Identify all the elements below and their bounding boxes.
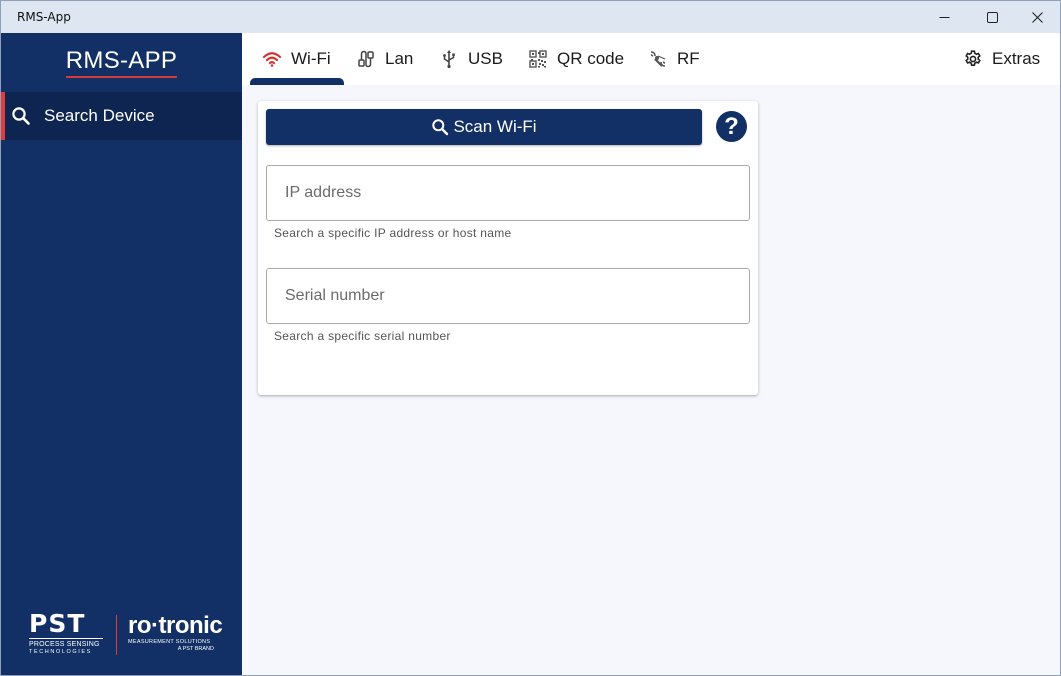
brand-title: RMS-APP <box>65 47 178 78</box>
scan-wifi-button[interactable]: Scan Wi-Fi <box>266 109 702 145</box>
tab-lan[interactable]: Lan <box>356 33 413 85</box>
active-tab-indicator <box>250 78 344 85</box>
window-title: RMS-App <box>17 10 71 24</box>
tab-label: QR code <box>557 49 625 68</box>
tab-label: Lan <box>385 49 414 68</box>
ip-address-hint: Search a specific IP address or host nam… <box>274 226 512 240</box>
extras-label: Extras <box>992 49 1041 68</box>
footer-logos: PST PROCESS SENSING TECHNOLOGIES ro·tron… <box>29 609 229 657</box>
serial-number-hint: Search a specific serial number <box>274 329 451 343</box>
search-icon <box>431 118 449 136</box>
title-bar: RMS-App <box>1 1 1060 33</box>
pst-logo-text: PST <box>29 609 86 638</box>
question-mark-icon: ? <box>724 112 739 140</box>
rotronic-logo-line2: A PST BRAND <box>177 646 214 652</box>
tab-label: USB <box>468 49 503 68</box>
sidebar-item-search-device[interactable]: Search Device <box>1 92 242 140</box>
pst-logo-line2: TECHNOLOGIES <box>29 649 92 655</box>
rotronic-logo-text: ro·tronic <box>128 612 223 639</box>
extras-button[interactable]: Extras <box>963 33 1040 85</box>
tab-qr-code[interactable]: QR code <box>528 33 624 85</box>
close-button[interactable] <box>1014 1 1060 33</box>
scan-wifi-label: Scan Wi-Fi <box>453 117 537 136</box>
help-button[interactable]: ? <box>716 111 747 142</box>
tab-usb[interactable]: USB <box>439 33 503 85</box>
tab-bar: Wi-Fi Lan USB QR code RF Extras <box>242 33 1060 85</box>
sidebar-item-label: Search Device <box>44 106 155 125</box>
brand: RMS-APP <box>1 47 242 78</box>
rotronic-logo: ro·tronic MEASUREMENT SOLUTIONS A PST BR… <box>128 612 223 653</box>
tab-rf[interactable]: RF <box>648 33 700 85</box>
usb-icon <box>439 49 459 69</box>
ip-address-field[interactable] <box>266 165 750 221</box>
qr-code-icon <box>528 49 548 69</box>
search-card: Scan Wi-Fi ? Search a specific IP addres… <box>258 101 758 395</box>
wifi-icon <box>262 49 282 69</box>
app-window: RMS-App RMS-APP Search Device PST PROCES… <box>0 0 1061 676</box>
pst-logo: PST PROCESS SENSING TECHNOLOGIES <box>29 609 103 656</box>
ip-address-input[interactable] <box>267 166 749 220</box>
rotronic-logo-line1: MEASUREMENT SOLUTIONS <box>128 639 211 645</box>
search-icon <box>11 106 31 126</box>
tab-label: Wi-Fi <box>291 49 331 68</box>
tab-label: RF <box>677 49 700 68</box>
minimize-icon <box>939 16 949 18</box>
maximize-icon <box>986 11 998 23</box>
gear-icon <box>963 49 983 69</box>
lan-cable-icon <box>356 49 376 69</box>
serial-number-input[interactable] <box>267 269 749 323</box>
minimize-button[interactable] <box>921 1 967 33</box>
close-icon <box>1031 11 1043 23</box>
serial-number-field[interactable] <box>266 268 750 324</box>
maximize-button[interactable] <box>969 1 1015 33</box>
logo-divider <box>116 615 117 655</box>
pst-logo-line1: PROCESS SENSING <box>29 638 103 649</box>
rf-signal-icon <box>648 49 668 69</box>
sidebar: RMS-APP Search Device PST PROCESS SENSIN… <box>1 33 242 675</box>
